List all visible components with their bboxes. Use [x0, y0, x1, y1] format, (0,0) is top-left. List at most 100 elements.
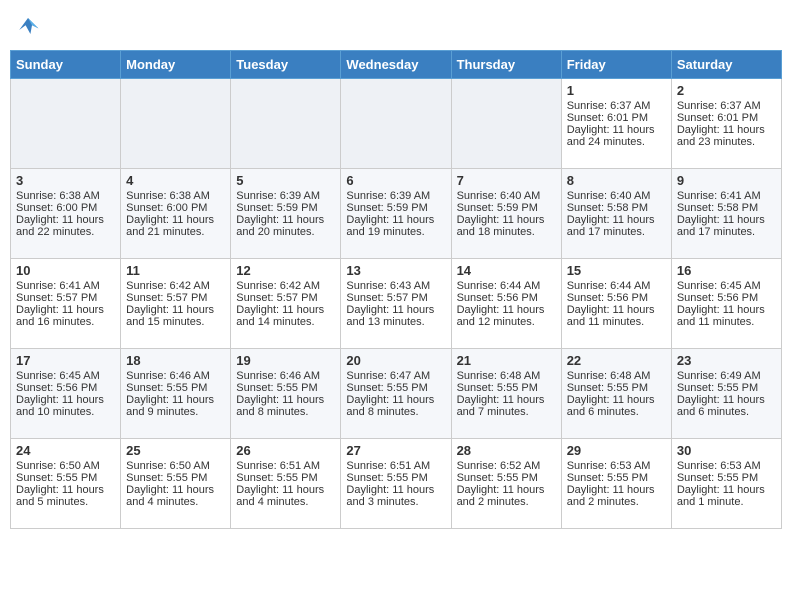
day-number: 27 [346, 443, 445, 458]
col-header-thursday: Thursday [451, 51, 561, 79]
cell-line: Sunset: 5:56 PM [677, 292, 776, 304]
calendar-cell: 25Sunrise: 6:50 AMSunset: 5:55 PMDayligh… [121, 439, 231, 529]
calendar-cell: 29Sunrise: 6:53 AMSunset: 5:55 PMDayligh… [561, 439, 671, 529]
cell-line: Daylight: 11 hours and 5 minutes. [16, 484, 115, 508]
cell-line: Sunrise: 6:49 AM [677, 370, 776, 382]
day-number: 15 [567, 263, 666, 278]
cell-line: Sunset: 5:58 PM [567, 202, 666, 214]
calendar-cell: 7Sunrise: 6:40 AMSunset: 5:59 PMDaylight… [451, 169, 561, 259]
calendar-cell: 15 Sunrise: 6:44 AMSunset: 5:56 PMDayligh… [561, 259, 671, 349]
cell-line: Sunrise: 6:50 AM [126, 460, 225, 472]
cell-line: Sunset: 5:55 PM [567, 382, 666, 394]
calendar-cell: 1Sunrise: 6:37 AMSunset: 6:01 PMDaylight… [561, 79, 671, 169]
cell-line: Sunrise: 6:38 AM [16, 190, 115, 202]
day-number: 7 [457, 173, 556, 188]
cell-line: Sunset: 5:55 PM [457, 382, 556, 394]
cell-line: Daylight: 11 hours and 20 minutes. [236, 214, 335, 238]
day-number: 23 [677, 353, 776, 368]
cell-line: Daylight: 11 hours and 2 minutes. [567, 484, 666, 508]
cell-line: Sunset: 6:00 PM [16, 202, 115, 214]
cell-line: Sunrise: 6:46 AM [126, 370, 225, 382]
cell-line: Sunrise: 6:40 AM [567, 190, 666, 202]
cell-line: Sunrise: 6:44 AM [457, 280, 556, 292]
calendar-cell: 6Sunrise: 6:39 AMSunset: 5:59 PMDaylight… [341, 169, 451, 259]
calendar-cell [341, 79, 451, 169]
cell-line: Sunrise: 6:51 AM [346, 460, 445, 472]
cell-line: Sunrise: 6:52 AM [457, 460, 556, 472]
cell-line: Sunset: 5:55 PM [126, 382, 225, 394]
cell-line: Daylight: 11 hours and 6 minutes. [567, 394, 666, 418]
cell-line: Daylight: 11 hours and 12 minutes. [457, 304, 556, 328]
calendar-week-1: 1Sunrise: 6:37 AMSunset: 6:01 PMDaylight… [11, 79, 782, 169]
cell-line: Sunset: 5:55 PM [457, 472, 556, 484]
calendar-cell: 5Sunrise: 6:39 AMSunset: 5:59 PMDaylight… [231, 169, 341, 259]
cell-line: Sunrise: 6:48 AM [567, 370, 666, 382]
col-header-monday: Monday [121, 51, 231, 79]
calendar-cell: 20Sunrise: 6:47 AMSunset: 5:55 PMDayligh… [341, 349, 451, 439]
cell-line: Sunrise: 6:47 AM [346, 370, 445, 382]
cell-line: Sunset: 5:56 PM [16, 382, 115, 394]
cell-line: Daylight: 11 hours and 22 minutes. [16, 214, 115, 238]
cell-line: Daylight: 11 hours and 2 minutes. [457, 484, 556, 508]
cell-line: Daylight: 11 hours and 16 minutes. [16, 304, 115, 328]
cell-line: Daylight: 11 hours and 1 minute. [677, 484, 776, 508]
calendar-cell: 19Sunrise: 6:46 AMSunset: 5:55 PMDayligh… [231, 349, 341, 439]
calendar-week-4: 17Sunrise: 6:45 AMSunset: 5:56 PMDayligh… [11, 349, 782, 439]
calendar-header: SundayMondayTuesdayWednesdayThursdayFrid… [11, 51, 782, 79]
cell-line: Daylight: 11 hours and 11 minutes. [567, 304, 666, 328]
cell-line: Sunset: 6:01 PM [677, 112, 776, 124]
cell-line: Sunset: 5:56 PM [457, 292, 556, 304]
cell-line: Sunset: 5:56 PM [567, 292, 666, 304]
calendar-week-2: 3Sunrise: 6:38 AMSunset: 6:00 PMDaylight… [11, 169, 782, 259]
cell-line: Sunrise: 6:38 AM [126, 190, 225, 202]
calendar-cell: 16Sunrise: 6:45 AMSunset: 5:56 PMDayligh… [671, 259, 781, 349]
cell-line: Sunrise: 6:41 AM [677, 190, 776, 202]
calendar-cell [11, 79, 121, 169]
cell-line: Daylight: 11 hours and 17 minutes. [567, 214, 666, 238]
day-number: 28 [457, 443, 556, 458]
day-number: 29 [567, 443, 666, 458]
day-number: 6 [346, 173, 445, 188]
cell-line: Sunrise: 6:42 AM [126, 280, 225, 292]
day-number: 19 [236, 353, 335, 368]
calendar-cell: 18Sunrise: 6:46 AMSunset: 5:55 PMDayligh… [121, 349, 231, 439]
cell-line: Sunset: 5:55 PM [677, 382, 776, 394]
cell-line: Sunrise: 6:50 AM [16, 460, 115, 472]
calendar-cell: 30Sunrise: 6:53 AMSunset: 5:55 PMDayligh… [671, 439, 781, 529]
cell-line: Sunrise: 6:41 AM [16, 280, 115, 292]
day-number: 25 [126, 443, 225, 458]
day-number: 8 [567, 173, 666, 188]
calendar-cell [451, 79, 561, 169]
calendar-cell: 23Sunrise: 6:49 AMSunset: 5:55 PMDayligh… [671, 349, 781, 439]
cell-line: Sunrise: 6:42 AM [236, 280, 335, 292]
cell-line: Daylight: 11 hours and 17 minutes. [677, 214, 776, 238]
cell-line: Sunrise: 6:39 AM [236, 190, 335, 202]
cell-line: Sunset: 5:59 PM [457, 202, 556, 214]
day-number: 10 [16, 263, 115, 278]
cell-line: Daylight: 11 hours and 4 minutes. [126, 484, 225, 508]
day-number: 3 [16, 173, 115, 188]
cell-line: Sunset: 5:59 PM [236, 202, 335, 214]
calendar-cell [121, 79, 231, 169]
cell-line: Sunset: 5:58 PM [677, 202, 776, 214]
cell-line: Daylight: 11 hours and 10 minutes. [16, 394, 115, 418]
calendar-cell: 28 Sunrise: 6:52 AMSunset: 5:55 PMDayligh… [451, 439, 561, 529]
cell-line: Sunset: 6:00 PM [126, 202, 225, 214]
cell-line: Sunrise: 6:44 AM [567, 280, 666, 292]
calendar-cell: 4Sunrise: 6:38 AMSunset: 6:00 PMDaylight… [121, 169, 231, 259]
cell-line: Sunrise: 6:37 AM [567, 100, 666, 112]
calendar-cell: 11Sunrise: 6:42 AMSunset: 5:57 PMDayligh… [121, 259, 231, 349]
cell-line: Daylight: 11 hours and 19 minutes. [346, 214, 445, 238]
day-number: 21 [457, 353, 556, 368]
cell-line: Sunrise: 6:40 AM [457, 190, 556, 202]
calendar-cell: 2Sunrise: 6:37 AMSunset: 6:01 PMDaylight… [671, 79, 781, 169]
calendar-cell [231, 79, 341, 169]
cell-line: Daylight: 11 hours and 7 minutes. [457, 394, 556, 418]
calendar-week-3: 10 Sunrise: 6:41 AM Sunset: 5:57 PM Dayligh… [11, 259, 782, 349]
cell-line: Daylight: 11 hours and 14 minutes. [236, 304, 335, 328]
cell-line: Daylight: 11 hours and 13 minutes. [346, 304, 445, 328]
cell-line: Sunset: 5:57 PM [126, 292, 225, 304]
day-number: 17 [16, 353, 115, 368]
col-header-saturday: Saturday [671, 51, 781, 79]
cell-line: Daylight: 11 hours and 8 minutes. [236, 394, 335, 418]
